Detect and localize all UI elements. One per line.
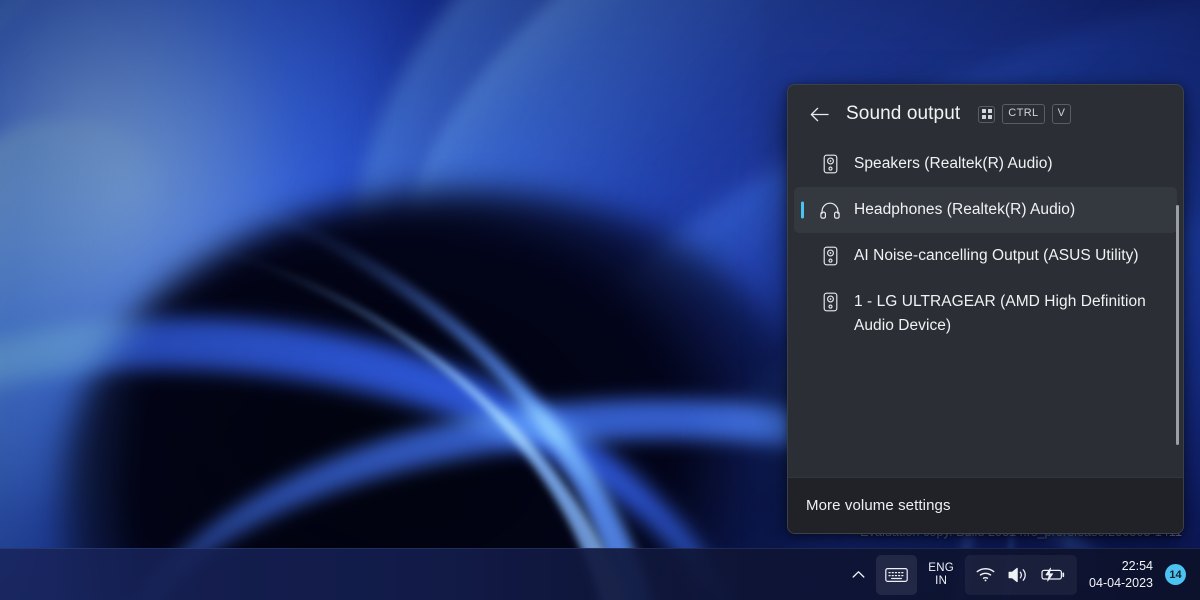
battery-charging-icon — [1041, 567, 1066, 582]
flyout-header: Sound output CTRL V — [788, 85, 1183, 139]
device-label: Speakers (Realtek(R) Audio) — [854, 152, 1063, 176]
windows-logo-key-icon — [978, 106, 995, 123]
kbd-ctrl: CTRL — [1002, 104, 1044, 124]
system-tray: ENG IN — [843, 555, 1192, 595]
clock-button[interactable]: 22:54 04-04-2023 — [1079, 558, 1159, 592]
device-row[interactable]: Speakers (Realtek(R) Audio) — [794, 141, 1177, 187]
wifi-icon — [976, 567, 995, 582]
headphones-icon — [820, 199, 840, 221]
taskbar: ENG IN — [0, 548, 1200, 600]
device-row[interactable]: AI Noise-cancelling Output (ASUS Utility… — [794, 233, 1177, 279]
notification-count-badge[interactable]: 14 — [1165, 564, 1186, 585]
show-hidden-icons-button[interactable] — [843, 555, 874, 595]
language-primary: ENG — [928, 562, 954, 575]
back-arrow-icon — [810, 107, 829, 122]
touch-keyboard-button[interactable] — [876, 555, 917, 595]
device-list: Speakers (Realtek(R) Audio) Headphones (… — [788, 139, 1183, 477]
speaker-icon — [820, 291, 840, 313]
language-indicator[interactable]: ENG IN — [919, 555, 963, 595]
more-volume-settings-label: More volume settings — [806, 497, 951, 514]
device-label: Headphones (Realtek(R) Audio) — [854, 198, 1085, 222]
speaker-icon — [820, 245, 840, 267]
device-row-selected[interactable]: Headphones (Realtek(R) Audio) — [794, 187, 1177, 233]
kbd-v: V — [1052, 104, 1072, 124]
desktop-screen: Evaluation copy. Build 25314.rs_prerelea… — [0, 0, 1200, 600]
more-volume-settings-link[interactable]: More volume settings — [788, 477, 1183, 533]
device-label: AI Noise-cancelling Output (ASUS Utility… — [854, 244, 1149, 268]
shortcut-hint: CTRL V — [978, 104, 1071, 124]
quick-settings-button[interactable] — [965, 555, 1077, 595]
speaker-volume-icon — [1008, 567, 1028, 583]
keyboard-icon — [885, 567, 908, 583]
speaker-icon — [820, 153, 840, 175]
clock-date: 04-04-2023 — [1089, 575, 1153, 592]
language-secondary: IN — [928, 575, 954, 588]
sound-output-flyout: Sound output CTRL V — [787, 84, 1184, 534]
device-row[interactable]: 1 - LG ULTRAGEAR (AMD High Definition Au… — [794, 279, 1177, 349]
device-list-scrollbar[interactable] — [1176, 205, 1179, 445]
back-button[interactable] — [804, 99, 834, 129]
language-lines: ENG IN — [928, 562, 954, 588]
clock-time: 22:54 — [1089, 558, 1153, 575]
device-label: 1 - LG ULTRAGEAR (AMD High Definition Au… — [854, 290, 1161, 338]
chevron-up-icon — [852, 570, 865, 579]
page-title: Sound output — [846, 103, 960, 125]
